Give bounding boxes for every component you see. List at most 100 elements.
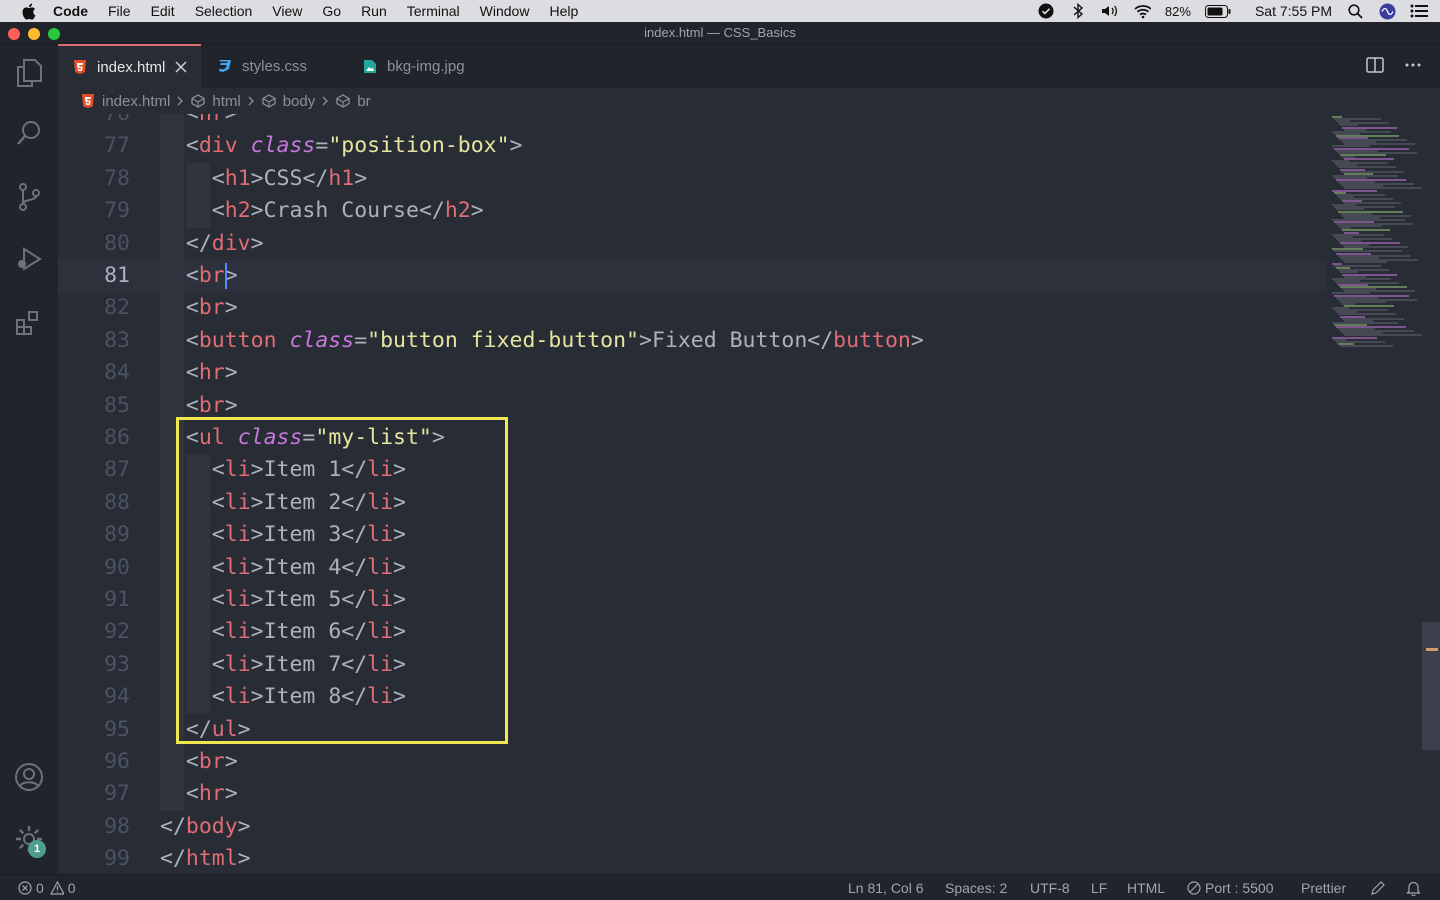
code-text: <li>Item 7</li> [211, 651, 406, 677]
line-number: 89 [104, 522, 130, 548]
menu-view[interactable]: View [272, 3, 302, 19]
accounts-icon[interactable] [12, 760, 46, 794]
volume-icon[interactable] [1101, 2, 1119, 20]
source-control-icon[interactable] [12, 180, 46, 214]
explorer-files-icon[interactable] [12, 56, 46, 90]
line-number: 91 [104, 587, 130, 612]
code-line[interactable]: 90 <li>Item 4</li> [58, 551, 1326, 584]
breadcrumb-html[interactable]: html [190, 93, 241, 110]
notifications-bell-icon[interactable] [1406, 880, 1421, 896]
breadcrumb-br[interactable]: br [335, 92, 371, 110]
menu-terminal[interactable]: Terminal [407, 3, 460, 19]
wifi-icon[interactable] [1133, 2, 1151, 20]
indent-guide [185, 454, 210, 487]
code-line[interactable]: 81 <br> [58, 260, 1326, 293]
menu-help[interactable]: Help [549, 3, 578, 19]
indent-guide [185, 584, 210, 617]
code-line[interactable]: 91 <li>Item 5</li> [58, 584, 1326, 617]
symbol-element-icon [190, 93, 206, 109]
cursor-position[interactable]: Ln 81, Col 6 [848, 880, 924, 896]
indent-guide [185, 519, 210, 552]
siri-icon[interactable] [1378, 2, 1396, 20]
breadcrumb-body[interactable]: body [261, 92, 316, 110]
breadcrumb-label: body [282, 92, 316, 110]
spotlight-search-icon[interactable] [1346, 2, 1364, 20]
close-tab-icon[interactable] [173, 59, 189, 75]
split-editor-icon[interactable] [1366, 56, 1384, 79]
breadcrumb-label: br [357, 92, 371, 110]
menu-window[interactable]: Window [480, 3, 530, 19]
code-line[interactable]: 93 <li>Item 7</li> [58, 648, 1326, 682]
indent-guide [185, 616, 210, 649]
code-line[interactable]: 98 </body> [58, 811, 1326, 843]
extensions-icon[interactable] [12, 306, 46, 340]
code-line[interactable]: 85 <br> [58, 389, 1326, 422]
code-line[interactable]: 88 <li>Item 2</li> [58, 486, 1326, 520]
indent-guide [185, 162, 210, 196]
code-line[interactable]: 82 <br> [58, 292, 1326, 325]
indent-guide [160, 746, 184, 779]
code-line[interactable]: 99 </html> [58, 843, 1326, 874]
tab-label: styles.css [242, 57, 308, 75]
code-editor[interactable]: 76 <hr> 77 <div class="position-box"> 78 <h1>… [58, 114, 1326, 874]
menu-run[interactable]: Run [361, 3, 387, 19]
run-debug-icon[interactable] [12, 242, 46, 276]
menu-app-name[interactable]: Code [53, 3, 88, 19]
prettier-formatter[interactable]: Prettier [1301, 880, 1346, 896]
editor-scrollbar[interactable] [1422, 114, 1440, 874]
encoding-setting[interactable]: UTF-8 [1030, 880, 1070, 896]
minimap[interactable] [1326, 114, 1422, 874]
code-line[interactable]: 84 <hr> [58, 357, 1326, 390]
tab-styles-css[interactable]: styles.css [203, 44, 343, 88]
menu-edit[interactable]: Edit [151, 3, 175, 19]
line-ending-setting[interactable]: LF [1091, 880, 1107, 896]
code-text: <li>Item 2</li> [211, 489, 406, 515]
indent-guide [160, 551, 184, 584]
code-line[interactable]: 77 <div class="position-box"> [58, 130, 1326, 163]
code-line[interactable]: 78 <h1>CSS</h1> [58, 162, 1326, 196]
indent-guide [160, 292, 184, 325]
live-server-port[interactable]: Port : 5500 [1187, 880, 1274, 896]
tab-index-html[interactable]: index.html [58, 44, 201, 88]
code-line[interactable]: 89 <li>Item 3</li> [58, 519, 1326, 552]
code-text: <li>Item 4</li> [211, 554, 406, 580]
error-count: 0 [36, 880, 44, 896]
language-mode[interactable]: HTML [1127, 880, 1165, 896]
code-text: <h2>Crash Course</h2> [211, 198, 484, 224]
html5-icon [80, 93, 96, 109]
tab-bkg-img-jpg[interactable]: bkg-img.jpg [348, 44, 498, 88]
scrollbar-cursor-marker [1426, 648, 1438, 651]
code-line[interactable]: 87 <li>Item 1</li> [58, 454, 1326, 487]
search-icon[interactable] [12, 116, 46, 150]
code-line[interactable]: 96 <br> [58, 746, 1326, 779]
status-check-icon[interactable] [1037, 2, 1055, 20]
notification-center-icon[interactable] [1410, 2, 1428, 20]
indent-guide [185, 486, 210, 520]
menu-go[interactable]: Go [322, 3, 341, 19]
menu-file[interactable]: File [108, 3, 131, 19]
code-line[interactable]: 97 <hr> [58, 778, 1326, 811]
code-line[interactable]: 80 </div> [58, 227, 1326, 260]
scrollbar-thumb[interactable] [1422, 622, 1440, 750]
indentation-setting[interactable]: Spaces: 2 [945, 880, 1007, 896]
code-line[interactable]: 94 <li>Item 8</li> [58, 681, 1326, 714]
problems-indicator[interactable]: 0 0 [18, 880, 76, 896]
breadcrumb-file[interactable]: index.html [80, 93, 170, 110]
battery-icon[interactable] [1204, 2, 1231, 20]
line-number: 88 [104, 489, 130, 515]
apple-logo-icon[interactable] [19, 2, 37, 20]
menubar-clock[interactable]: Sat 7:55 PM [1255, 3, 1332, 19]
code-line[interactable]: 95 </ul> [58, 713, 1326, 746]
code-line[interactable]: 86 <ul class="my-list"> [58, 422, 1326, 455]
bluetooth-icon[interactable] [1069, 2, 1087, 20]
code-line[interactable]: 92 <li>Item 6</li> [58, 616, 1326, 649]
line-number: 79 [104, 198, 130, 224]
code-line[interactable]: 76 <hr> [58, 114, 1326, 131]
code-line[interactable]: 83 <button class="button fixed-button">Fi… [58, 324, 1326, 358]
breadcrumb-label: index.html [102, 92, 171, 110]
code-line[interactable]: 79 <h2>Crash Course</h2> [58, 195, 1326, 228]
minimap-line [1344, 260, 1387, 263]
menu-selection[interactable]: Selection [195, 3, 253, 19]
more-actions-icon[interactable] [1404, 56, 1422, 79]
feedback-icon[interactable] [1370, 880, 1386, 896]
